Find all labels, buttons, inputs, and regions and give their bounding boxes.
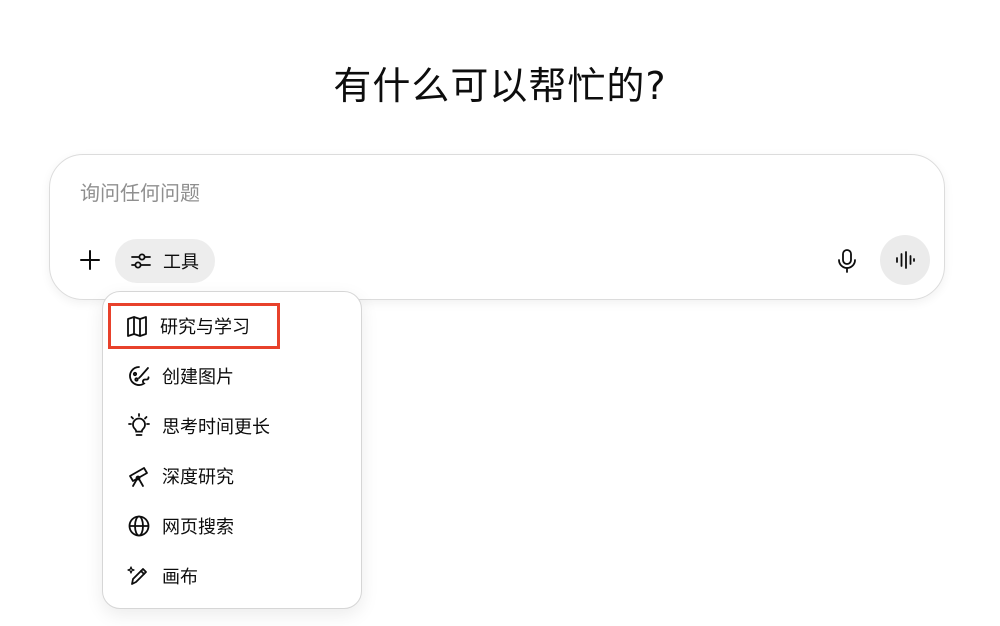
menu-item-label: 网页搜索 [162,517,234,538]
lightbulb-icon [126,413,152,439]
microphone-icon [834,248,860,274]
telescope-icon [126,463,152,489]
prompt-composer: 工具 [49,154,945,300]
tools-menu: 研究与学习 创建图片 思考时间更长 深度研究 网页搜索 画布 [102,291,362,609]
prompt-input[interactable] [80,177,780,209]
menu-item-label: 深度研究 [162,467,234,488]
tools-button-label: 工具 [163,252,199,273]
plus-icon [77,247,103,273]
menu-item-web-search[interactable]: 网页搜索 [113,506,353,546]
sliders-icon [128,248,154,274]
menu-item-label: 画布 [162,567,198,588]
voice-waveform-icon [892,247,918,273]
chat-home: 有什么可以帮忙的? 工具 [0,0,1000,626]
menu-item-label: 研究与学习 [160,317,250,338]
globe-icon [126,513,152,539]
dictate-button[interactable] [830,243,864,279]
menu-item-create-image[interactable]: 创建图片 [113,356,353,396]
menu-item-label: 思考时间更长 [162,417,270,438]
pen-sparkle-icon [126,563,152,589]
book-icon [124,313,150,339]
tools-button[interactable]: 工具 [115,239,215,283]
menu-item-study[interactable]: 研究与学习 [108,303,280,349]
menu-item-label: 创建图片 [162,367,234,388]
menu-item-deep-research[interactable]: 深度研究 [113,456,353,496]
add-attachment-button[interactable] [74,243,106,277]
palette-icon [126,363,152,389]
page-title: 有什么可以帮忙的? [333,64,667,108]
menu-item-canvas[interactable]: 画布 [113,556,353,596]
menu-item-think-longer[interactable]: 思考时间更长 [113,406,353,446]
voice-mode-button[interactable] [880,235,930,285]
